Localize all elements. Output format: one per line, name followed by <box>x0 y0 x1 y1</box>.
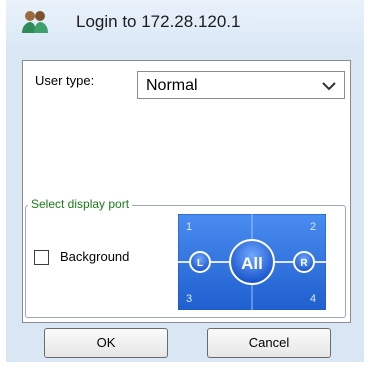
user-type-value: Normal <box>146 77 198 94</box>
background-checkbox[interactable] <box>34 250 49 265</box>
login-dialog: User type: Normal Select display port Ba… <box>6 46 364 362</box>
chevron-down-icon <box>322 82 336 91</box>
user-type-select[interactable]: Normal <box>137 71 345 99</box>
left-port-button[interactable]: L <box>189 251 211 273</box>
port-selector-graphic: 1 2 3 4 L R All <box>178 214 326 310</box>
port-1-number: 1 <box>186 221 192 233</box>
display-port-group: Select display port Background 1 2 3 4 L… <box>25 197 346 318</box>
user-type-label: User type: <box>35 73 95 88</box>
left-port-label: L <box>197 258 203 269</box>
all-ports-button[interactable]: All <box>229 239 275 285</box>
window-title: Login to 172.28.120.1 <box>76 12 241 31</box>
content-panel: User type: Normal Select display port Ba… <box>22 60 351 323</box>
users-icon <box>22 11 48 33</box>
port-selector: 1 2 3 4 L R All <box>178 214 326 310</box>
all-ports-label: All <box>241 254 263 273</box>
display-port-group-title: Select display port <box>28 197 133 211</box>
background-checkbox-label: Background <box>60 249 130 264</box>
cancel-button[interactable]: Cancel <box>207 328 331 358</box>
ok-button[interactable]: OK <box>44 328 168 358</box>
title-bar: Login to 172.28.120.1 <box>6 0 364 47</box>
right-port-button[interactable]: R <box>293 251 315 273</box>
port-4-number: 4 <box>310 293 316 305</box>
port-2-number: 2 <box>310 221 316 233</box>
right-port-label: R <box>300 258 308 269</box>
port-3-number: 3 <box>186 293 192 305</box>
